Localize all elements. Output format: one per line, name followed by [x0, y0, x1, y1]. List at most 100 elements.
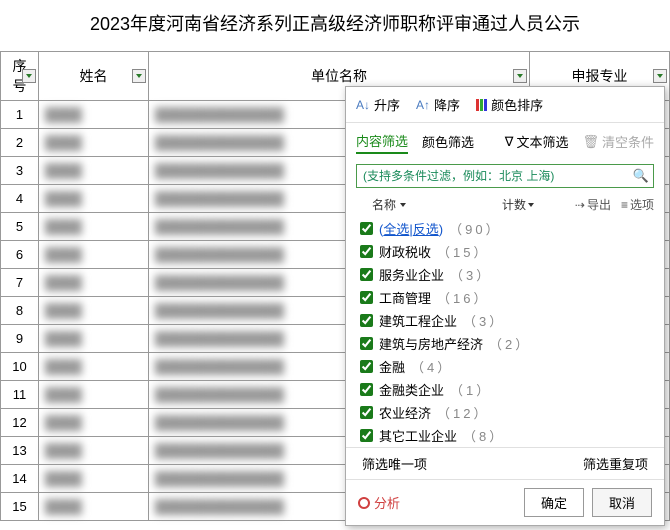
invert-select-link[interactable]: 反选	[413, 222, 439, 237]
filter-arrow-icon[interactable]	[653, 69, 667, 83]
filter-item-count: （2）	[489, 334, 531, 353]
filter-item[interactable]: 金融类企业 （1）	[360, 378, 654, 401]
filter-item-label: 建筑与房地产经济	[379, 334, 483, 353]
filter-item-count: （8）	[463, 426, 505, 445]
cancel-button[interactable]: 取消	[592, 488, 652, 517]
filter-arrow-icon[interactable]	[513, 69, 527, 83]
tab-text-filter[interactable]: ∇ 文本筛选	[505, 132, 569, 151]
filter-item[interactable]: 其它工业企业 （8）	[360, 424, 654, 447]
filter-arrow-icon[interactable]	[132, 69, 146, 83]
filter-item-count: （4）	[411, 357, 453, 376]
filter-item[interactable]: 工商管理 （16）	[360, 286, 654, 309]
cell-seq: 6	[1, 241, 39, 269]
ok-button[interactable]: 确定	[524, 488, 584, 517]
filter-checkbox[interactable]	[360, 314, 373, 327]
header-seq[interactable]: 序号	[1, 52, 39, 101]
cell-name: ████	[39, 465, 149, 493]
cell-name: ████	[39, 185, 149, 213]
filter-item-label: 财政税收	[379, 242, 431, 261]
export-icon: ⇢	[575, 198, 585, 212]
filter-item[interactable]: 金融 （4）	[360, 355, 654, 378]
cell-seq: 11	[1, 381, 39, 409]
cell-seq: 8	[1, 297, 39, 325]
filter-checkbox[interactable]	[360, 406, 373, 419]
cell-seq: 9	[1, 325, 39, 353]
filter-item-label: 金融	[379, 357, 405, 376]
filter-checkbox[interactable]	[360, 291, 373, 304]
filter-item[interactable]: 服务业企业 （3）	[360, 263, 654, 286]
filter-item-count: （3）	[463, 311, 505, 330]
filter-checkbox[interactable]	[360, 429, 373, 442]
sort-color-button[interactable]: 颜色排序	[476, 95, 543, 114]
cell-name: ████	[39, 325, 149, 353]
filter-item-label: 建筑工程企业	[379, 311, 457, 330]
sort-asc-button[interactable]: A↓ 升序	[356, 95, 400, 114]
menu-icon: ≡	[621, 198, 628, 212]
select-all-checkbox[interactable]	[360, 222, 373, 235]
cell-name: ████	[39, 297, 149, 325]
clear-conditions[interactable]: 🗑 清空条件	[582, 132, 654, 151]
cell-seq: 12	[1, 409, 39, 437]
filter-item-label: 其它工业企业	[379, 426, 457, 445]
filter-list: (全选|反选) （90） 财政税收 （15） 服务业企业 （3） 工商管理 （1…	[346, 215, 664, 447]
filter-repeat-button[interactable]: 筛选重复项	[583, 454, 648, 473]
cell-name: ████	[39, 101, 149, 129]
cell-seq: 1	[1, 101, 39, 129]
filter-item-label: 金融类企业	[379, 380, 444, 399]
select-all-row[interactable]: (全选|反选) （90）	[360, 217, 654, 240]
total-count: （90）	[449, 219, 501, 238]
filter-item[interactable]: 建筑与房地产经济 （2）	[360, 332, 654, 355]
filter-checkbox[interactable]	[360, 337, 373, 350]
options-button[interactable]: ≡选项	[621, 196, 654, 213]
page-title: 2023年度河南省经济系列正高级经济师职称评审通过人员公示	[0, 0, 670, 51]
filter-item-count: （12）	[437, 403, 489, 422]
funnel-icon: ∇	[505, 134, 514, 150]
cell-seq: 5	[1, 213, 39, 241]
col-name-header[interactable]: 名称	[372, 196, 502, 213]
search-input[interactable]	[356, 164, 654, 188]
sort-row: A↓ 升序 A↑ 降序 颜色排序	[346, 87, 664, 123]
cell-name: ████	[39, 409, 149, 437]
col-count-header[interactable]: 计数	[502, 196, 575, 213]
export-button[interactable]: ⇢导出	[575, 196, 611, 213]
filter-panel: A↓ 升序 A↑ 降序 颜色排序 内容筛选 颜色筛选 ∇ 文本筛选 🗑 清空条件	[345, 86, 665, 526]
filter-item-count: （1）	[450, 380, 492, 399]
cell-seq: 3	[1, 157, 39, 185]
color-sort-icon	[476, 99, 487, 111]
panel-bottom-row: 分析 确定 取消	[346, 479, 664, 525]
filter-unique-button[interactable]: 筛选唯一项	[362, 454, 427, 473]
sort-desc-icon: A↑	[416, 98, 430, 112]
analyze-button[interactable]: 分析	[358, 493, 400, 512]
cell-name: ████	[39, 241, 149, 269]
filter-item[interactable]: 财政税收 （15）	[360, 240, 654, 263]
filter-item[interactable]: 建筑工程企业 （3）	[360, 309, 654, 332]
cell-seq: 4	[1, 185, 39, 213]
cell-name: ████	[39, 129, 149, 157]
header-name[interactable]: 姓名	[39, 52, 149, 101]
cell-seq: 14	[1, 465, 39, 493]
filter-checkbox[interactable]	[360, 383, 373, 396]
filter-checkbox[interactable]	[360, 245, 373, 258]
filter-arrow-icon[interactable]	[22, 69, 36, 83]
filter-checkbox[interactable]	[360, 268, 373, 281]
filter-item-count: （15）	[437, 242, 489, 261]
cell-name: ████	[39, 353, 149, 381]
filter-item[interactable]: 农业经济 （12）	[360, 401, 654, 424]
cell-name: ████	[39, 269, 149, 297]
cell-name: ████	[39, 493, 149, 521]
search-box: 🔍	[356, 164, 654, 188]
filter-item-count: （16）	[437, 288, 489, 307]
sort-desc-button[interactable]: A↑ 降序	[416, 95, 460, 114]
filter-item-count: （3）	[450, 265, 492, 284]
search-icon[interactable]: 🔍	[633, 168, 649, 184]
filter-checkbox[interactable]	[360, 360, 373, 373]
filter-item-label: 服务业企业	[379, 265, 444, 284]
tab-color-filter[interactable]: 颜色筛选	[422, 130, 474, 153]
select-all-link[interactable]: 全选	[383, 222, 409, 237]
cell-seq: 10	[1, 353, 39, 381]
tab-content-filter[interactable]: 内容筛选	[356, 129, 408, 154]
filter-item-label: 工商管理	[379, 288, 431, 307]
analyze-icon	[358, 497, 370, 509]
cell-seq: 15	[1, 493, 39, 521]
cell-name: ████	[39, 157, 149, 185]
